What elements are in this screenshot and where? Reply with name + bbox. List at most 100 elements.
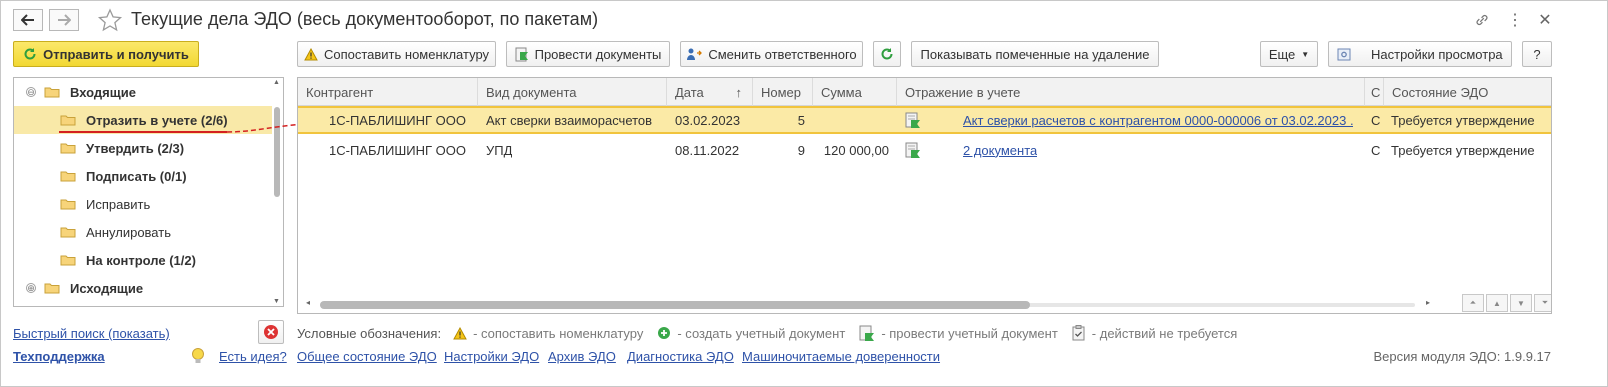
help-label: ?	[1533, 46, 1541, 62]
cell-doc-type: УПД	[486, 142, 513, 158]
expand-icon[interactable]: ⊕	[26, 283, 36, 293]
folder-icon	[44, 87, 60, 98]
clear-icon	[264, 325, 278, 339]
cell-counterparty: 1С-ПАБЛИШИНГ ООО	[329, 112, 467, 128]
column-header[interactable]: Вид документа	[478, 78, 667, 106]
send-receive-label: Отправить и получить	[43, 46, 189, 62]
post-doc-icon	[859, 325, 875, 341]
sort-asc-icon: ↑	[735, 84, 743, 100]
table-row[interactable]: 1С-ПАБЛИШИНГ ООО УПД 08.11.2022 9 120 00…	[298, 136, 1551, 164]
table-row[interactable]: 1С-ПАБЛИШИНГ ООО Акт сверки взаиморасчет…	[298, 106, 1551, 134]
post-doc-icon[interactable]	[905, 136, 921, 164]
scroll-down-icon[interactable]: ▼	[273, 298, 280, 305]
close-icon[interactable]: ✕	[1536, 11, 1554, 29]
column-header[interactable]: Отражение в учете	[897, 78, 1365, 106]
edo-status-link[interactable]: Общее состояние ЭДО	[297, 349, 437, 364]
cell-date: 08.11.2022	[675, 142, 740, 158]
more-vertical-icon[interactable]: ⋮	[1506, 11, 1524, 29]
arrow-right-icon	[58, 14, 71, 26]
tree-item-incoming[interactable]: ⊖ Входящие	[14, 78, 272, 106]
cell-doc-type: Акт сверки взаиморасчетов	[486, 112, 653, 128]
tree-item-reflect[interactable]: Отразить в учете (2/6)	[14, 106, 272, 134]
tree-scrollbar[interactable]: ▲ ▼	[272, 79, 282, 305]
more-button[interactable]: Еще ▼	[1260, 41, 1318, 67]
tree-item-correct[interactable]: Исправить	[14, 190, 272, 218]
clear-filter-button[interactable]	[258, 320, 284, 344]
scroll-right-icon[interactable]: ▸	[1426, 298, 1430, 307]
cell-state: Требуется утверждение	[1391, 142, 1535, 158]
cell-date: 03.02.2023	[675, 112, 741, 128]
support-link[interactable]: Техподдержка	[13, 349, 105, 364]
scroll-left-icon[interactable]: ◂	[306, 298, 310, 307]
refresh-button[interactable]	[873, 41, 901, 67]
post-documents-button[interactable]: Провести документы	[506, 41, 670, 67]
edo-diagnostics-link[interactable]: Диагностика ЭДО	[627, 349, 734, 364]
match-nomenclature-label: Сопоставить номенклатуру	[323, 46, 490, 62]
chevron-down-icon: ▼	[1301, 49, 1310, 59]
edo-archive-link[interactable]: Архив ЭДО	[548, 349, 616, 364]
link-icon[interactable]	[1473, 11, 1491, 29]
view-settings-button[interactable]: Настройки просмотра	[1328, 41, 1512, 67]
tree-item-control[interactable]: На контроле (1/2)	[14, 246, 272, 274]
next-page-button[interactable]: ▼	[1510, 294, 1532, 312]
column-header[interactable]: Сумма	[813, 78, 897, 106]
legend-item-text: - создать учетный документ	[677, 325, 846, 341]
column-header[interactable]: Контрагент	[298, 78, 478, 106]
post-documents-label: Провести документы	[534, 46, 662, 62]
folder-icon	[60, 199, 76, 210]
idea-link[interactable]: Есть идея?	[219, 349, 287, 364]
table-hscrollbar[interactable]	[320, 301, 1415, 309]
cell-sum	[813, 108, 889, 132]
more-label: Еще	[1268, 46, 1296, 62]
help-button[interactable]: ?	[1522, 41, 1552, 67]
change-responsible-button[interactable]: Сменить ответственного	[680, 41, 863, 67]
last-page-button[interactable]: ⏷	[1534, 294, 1551, 312]
prev-page-button[interactable]: ▲	[1486, 294, 1508, 312]
cell-counterparty: 1С-ПАБЛИШИНГ ООО	[329, 142, 467, 158]
post-doc-icon[interactable]	[905, 108, 921, 132]
tree-scroll-thumb[interactable]	[274, 107, 280, 197]
post-doc-icon	[515, 47, 528, 61]
module-version: Версия модуля ЭДО: 1.9.9.17	[1373, 349, 1552, 364]
tree-item-sign[interactable]: Подписать (0/1)	[14, 162, 272, 190]
back-button[interactable]	[13, 9, 43, 31]
edo-settings-link[interactable]: Настройки ЭДО	[444, 349, 539, 364]
tree-item-label: Подписать (0/1)	[86, 168, 187, 184]
scroll-up-icon[interactable]: ▲	[273, 79, 280, 86]
column-header[interactable]: Номер	[753, 78, 813, 106]
quick-search-link[interactable]: Быстрый поиск (показать)	[13, 326, 170, 341]
tree-item-approve[interactable]: Утвердить (2/3)	[14, 134, 272, 162]
first-page-button[interactable]: ⏶	[1462, 294, 1484, 312]
show-deleted-button[interactable]: Показывать помеченные на удаление	[911, 41, 1159, 67]
legend: Условные обозначения: - сопоставить номе…	[297, 324, 1237, 342]
cell-number: 5	[797, 112, 805, 128]
table-header: Контрагент Вид документа Дата ↑ Номер Су…	[298, 78, 1551, 106]
tree-item-label: Исправить	[86, 196, 151, 212]
edo-window: Текущие дела ЭДО (весь документооборот, …	[0, 0, 1608, 387]
hscroll-thumb[interactable]	[320, 301, 1030, 309]
collapse-icon[interactable]: ⊖	[26, 87, 36, 97]
machine-readable-poa-link[interactable]: Машиночитаемые доверенности	[742, 349, 940, 364]
forward-button[interactable]	[49, 9, 79, 31]
tree-item-outgoing[interactable]: ⊕ Исходящие	[14, 274, 272, 302]
refresh-icon	[881, 48, 893, 60]
match-nomenclature-button[interactable]: Сопоставить номенклатуру	[297, 41, 496, 67]
tree-item-label: На контроле (1/2)	[86, 252, 196, 268]
tree-item-annul[interactable]: Аннулировать	[14, 218, 272, 246]
prev-page-icon: ▲	[1493, 298, 1501, 308]
column-header[interactable]: Состояние ЭДО	[1384, 78, 1551, 106]
column-header-date[interactable]: Дата ↑	[667, 78, 753, 106]
column-header[interactable]: С	[1365, 78, 1384, 106]
cell-c: С	[1371, 142, 1381, 158]
folder-icon	[60, 143, 76, 154]
view-settings-label: Настройки просмотра	[1371, 46, 1503, 62]
lightbulb-icon	[192, 348, 204, 363]
change-responsible-label: Сменить ответственного	[708, 46, 857, 62]
reflection-link[interactable]: Акт сверки расчетов с контрагентом 0000-…	[963, 108, 1353, 132]
favorite-star-icon[interactable]	[97, 8, 123, 32]
tree-item-label: Утвердить (2/3)	[86, 140, 185, 156]
reflection-link[interactable]: 2 документа	[963, 136, 1037, 164]
send-receive-button[interactable]: Отправить и получить	[13, 41, 199, 67]
cell-c: С	[1371, 112, 1381, 128]
refresh-icon	[24, 48, 36, 60]
